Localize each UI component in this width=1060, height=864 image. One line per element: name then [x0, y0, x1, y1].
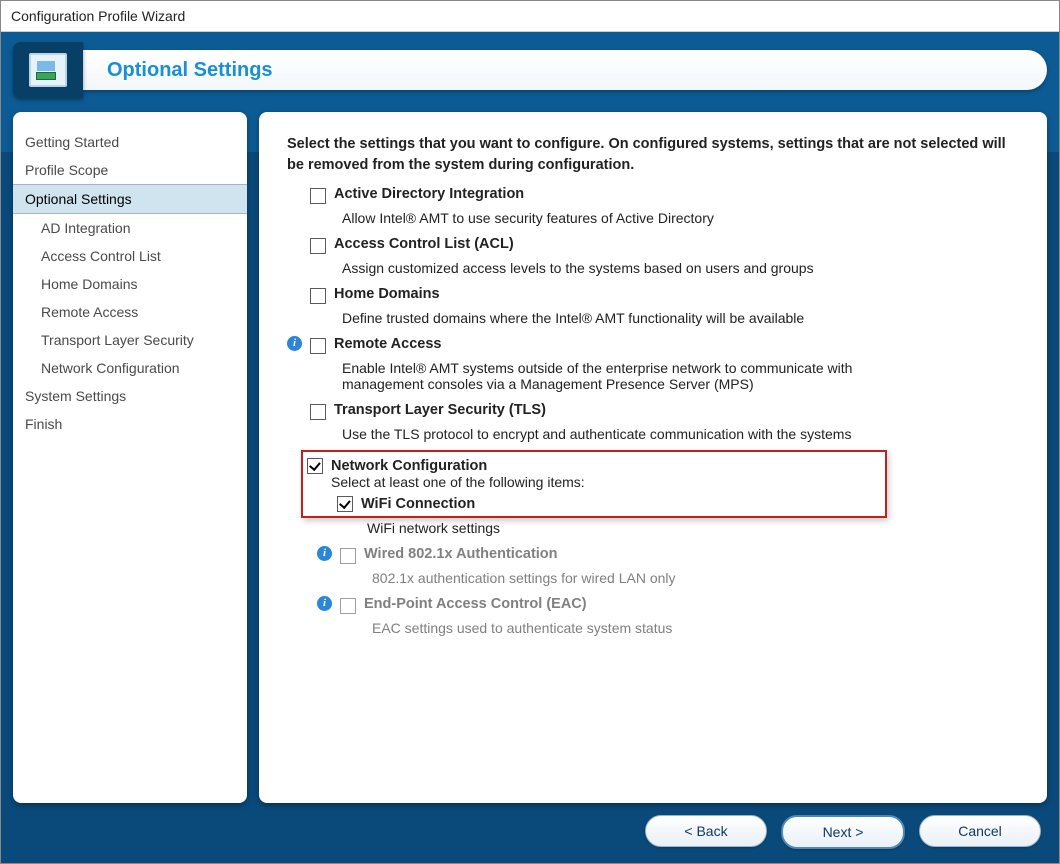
nav-ad-integration[interactable]: AD Integration [13, 214, 247, 242]
intro-text: Select the settings that you want to con… [287, 134, 1019, 176]
option-wired-title: Wired 802.1x Authentication [364, 546, 558, 562]
nav-access-control-list[interactable]: Access Control List [13, 242, 247, 270]
nav-system-settings[interactable]: System Settings [13, 382, 247, 410]
option-net: Network Configuration [307, 458, 585, 474]
option-acl: Access Control List (ACL) [287, 236, 1019, 254]
option-wifi-title: WiFi Connection [361, 496, 475, 512]
option-remote-desc: Enable Intel® AMT systems outside of the… [342, 360, 902, 392]
option-wired: i Wired 802.1x Authentication [317, 546, 1019, 564]
option-home-desc: Define trusted domains where the Intel® … [342, 310, 1019, 326]
next-button[interactable]: Next > [781, 815, 905, 849]
option-wifi: WiFi Connection [337, 496, 585, 512]
nav-tls[interactable]: Transport Layer Security [13, 326, 247, 354]
nav-network-configuration[interactable]: Network Configuration [13, 354, 247, 382]
option-eac-desc: EAC settings used to authenticate system… [372, 620, 1019, 636]
info-icon[interactable]: i [317, 546, 332, 561]
option-acl-title: Access Control List (ACL) [334, 236, 514, 252]
option-ad-title: Active Directory Integration [334, 186, 524, 202]
info-icon[interactable]: i [287, 336, 302, 351]
option-remote: i Remote Access [287, 336, 1019, 354]
wizard-header-iconwell [13, 42, 83, 98]
wizard-columns: Getting Started Profile Scope Optional S… [13, 112, 1047, 803]
option-tls-desc: Use the TLS protocol to encrypt and auth… [342, 426, 1019, 442]
wizard-window: Configuration Profile Wizard Optional Se… [0, 0, 1060, 864]
nav-remote-access[interactable]: Remote Access [13, 298, 247, 326]
option-net-subintro: Select at least one of the following ite… [331, 474, 585, 490]
option-acl-desc: Assign customized access levels to the s… [342, 260, 1019, 276]
option-tls-title: Transport Layer Security (TLS) [334, 402, 546, 418]
highlight-network-config: Network Configuration Select at least on… [301, 450, 887, 518]
wizard-footer: < Back Next > Cancel [645, 815, 1041, 849]
checkbox-remote[interactable] [310, 338, 326, 354]
window-title: Configuration Profile Wizard [1, 1, 1059, 32]
option-eac-title: End-Point Access Control (EAC) [364, 596, 587, 612]
wizard-header: Optional Settings [13, 42, 1047, 98]
option-tls: Transport Layer Security (TLS) [287, 402, 1019, 420]
back-button[interactable]: < Back [645, 815, 767, 847]
nav-home-domains[interactable]: Home Domains [13, 270, 247, 298]
checkbox-net[interactable] [307, 458, 323, 474]
checkbox-tls[interactable] [310, 404, 326, 420]
app-icon [29, 53, 67, 87]
option-ad: Active Directory Integration [287, 186, 1019, 204]
checkbox-ad[interactable] [310, 188, 326, 204]
nav-getting-started[interactable]: Getting Started [13, 128, 247, 156]
wizard-body: Optional Settings Getting Started Profil… [1, 32, 1059, 863]
nav-optional-settings[interactable]: Optional Settings [13, 184, 247, 214]
option-ad-desc: Allow Intel® AMT to use security feature… [342, 210, 1019, 226]
checkbox-acl[interactable] [310, 238, 326, 254]
wizard-content: Select the settings that you want to con… [259, 112, 1047, 803]
option-wired-desc: 802.1x authentication settings for wired… [372, 570, 1019, 586]
info-icon[interactable]: i [317, 596, 332, 611]
option-eac: i End-Point Access Control (EAC) [317, 596, 1019, 614]
option-home: Home Domains [287, 286, 1019, 304]
cancel-button[interactable]: Cancel [919, 815, 1041, 847]
option-net-title: Network Configuration [331, 458, 487, 474]
option-remote-title: Remote Access [334, 336, 441, 352]
checkbox-home[interactable] [310, 288, 326, 304]
option-home-title: Home Domains [334, 286, 440, 302]
checkbox-wired [340, 548, 356, 564]
checkbox-wifi[interactable] [337, 496, 353, 512]
nav-profile-scope[interactable]: Profile Scope [13, 156, 247, 184]
wizard-nav: Getting Started Profile Scope Optional S… [13, 112, 247, 803]
checkbox-eac [340, 598, 356, 614]
wizard-header-title: Optional Settings [83, 50, 1047, 90]
option-wifi-desc: WiFi network settings [367, 520, 1019, 536]
nav-finish[interactable]: Finish [13, 410, 247, 438]
